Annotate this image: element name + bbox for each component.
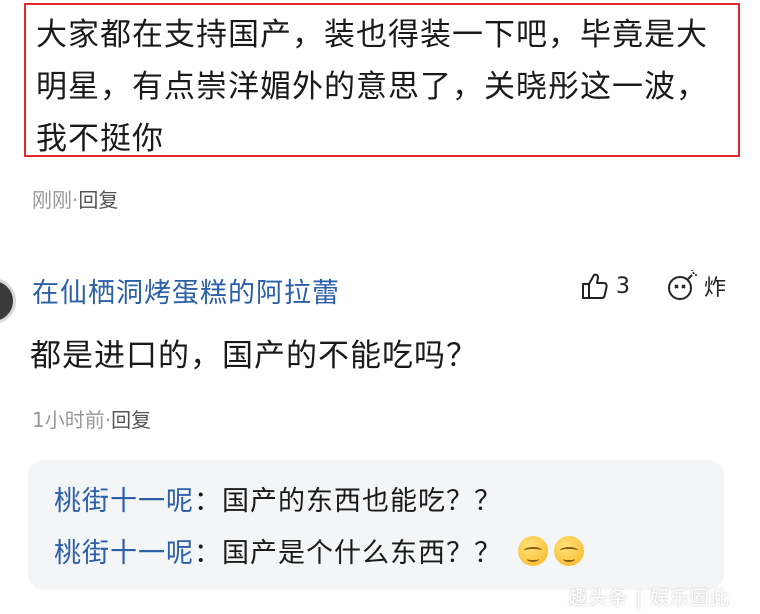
- comment-actions: 3 炸: [580, 270, 726, 302]
- bomb-label: 炸: [703, 276, 726, 301]
- bomb-icon: [667, 270, 697, 300]
- replies-box[interactable]: 桃街十一呢：国产的东西也能吃？？ 桃街十一呢：国产是个什么东西？？: [28, 460, 724, 590]
- comment-username[interactable]: 在仙栖洞烤蛋糕的阿拉蕾: [32, 271, 340, 310]
- bomb-button[interactable]: 炸: [666, 270, 726, 302]
- reply-text: 国产的东西也能吃？？: [222, 486, 502, 517]
- sleepy-face-emoji-icon: [553, 536, 584, 566]
- top-comment-text: 大家都在支持国产，装也得装一下吧，毕竟是大明星，有点崇洋媚外的意思了，关晓彤这一…: [36, 17, 708, 157]
- comment-text: 都是进口的，国产的不能吃吗？: [30, 338, 478, 374]
- comment-meta: 1小时前·回复: [32, 404, 151, 433]
- thumbs-up-icon: [581, 273, 608, 299]
- reply-username[interactable]: 桃街十一呢: [54, 538, 194, 569]
- reply-colon: ：: [194, 538, 222, 569]
- reply-item[interactable]: 桃街十一呢：国产是个什么东西？？: [54, 528, 724, 580]
- reply-button[interactable]: 回复: [111, 408, 151, 432]
- sleepy-face-emoji-icon: [517, 536, 548, 566]
- reply-text: 国产是个什么东西？？: [222, 538, 502, 569]
- comment-time: 1小时前: [32, 408, 105, 432]
- like-count: 3: [615, 273, 630, 299]
- reply-username[interactable]: 桃街十一呢: [54, 486, 194, 517]
- like-button[interactable]: 3: [580, 271, 630, 301]
- reply-colon: ：: [194, 486, 222, 517]
- reply-item[interactable]: 桃街十一呢：国产的东西也能吃？？: [54, 476, 724, 528]
- top-comment-time: 刚刚: [32, 188, 72, 212]
- watermark: 趣头条 | 娱乐圈此: [568, 587, 730, 609]
- top-comment-meta: 刚刚·回复: [32, 184, 118, 213]
- reply-button[interactable]: 回复: [78, 188, 118, 212]
- highlighted-comment-box: 大家都在支持国产，装也得装一下吧，毕竟是大明星，有点崇洋媚外的意思了，关晓彤这一…: [24, 3, 740, 157]
- avatar[interactable]: [0, 278, 16, 324]
